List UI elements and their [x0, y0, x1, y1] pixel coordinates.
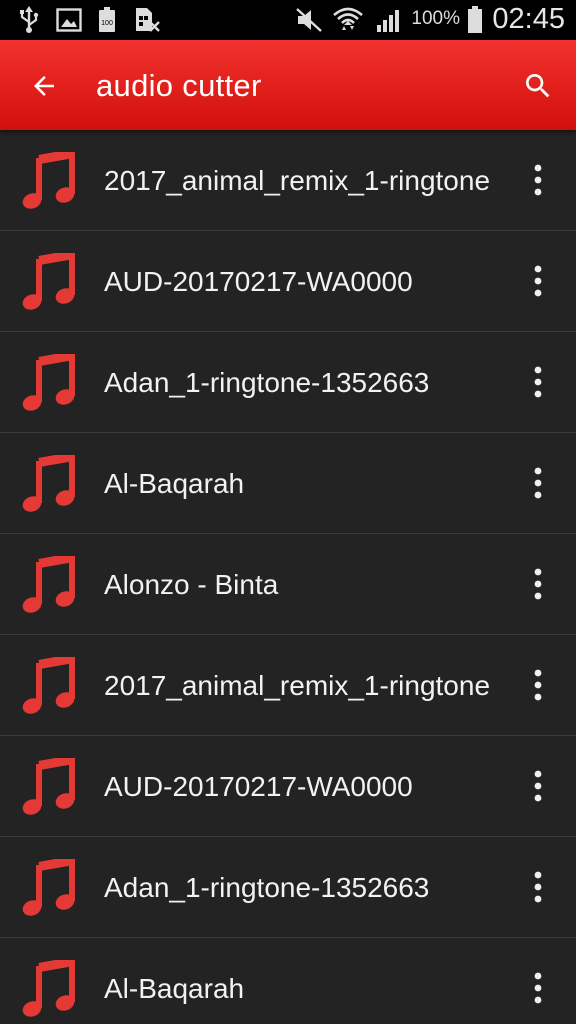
more-vert-icon	[534, 366, 542, 398]
battery-saver-icon: 100	[96, 6, 118, 34]
more-vert-icon	[534, 164, 542, 196]
more-vert-icon	[534, 467, 542, 499]
signal-icon	[374, 6, 406, 34]
list-item-title: Adan_1-ringtone-1352663	[104, 872, 430, 903]
music-note-icon	[22, 354, 75, 411]
no-sim-icon	[132, 6, 162, 34]
clock: 02:45	[492, 3, 565, 35]
screen: 100 100% 02:45 audio cutter 2017_animal_…	[0, 0, 576, 1024]
more-options-button[interactable]	[516, 358, 560, 406]
music-note-icon	[22, 758, 75, 815]
list-item-8[interactable]: Al-Baqarah	[0, 938, 576, 1024]
more-options-button[interactable]	[516, 964, 560, 1012]
more-vert-icon	[534, 265, 542, 297]
more-options-button[interactable]	[516, 762, 560, 810]
list-item-title: 2017_animal_remix_1-ringtone	[104, 670, 491, 701]
search-icon	[526, 74, 550, 98]
more-vert-icon	[534, 669, 542, 701]
audio-file-list: 2017_animal_remix_1-ringtone AUD-2017021…	[0, 130, 576, 1024]
page-title: audio cutter	[96, 68, 262, 103]
list-item-title: Al-Baqarah	[104, 973, 245, 1004]
back-button[interactable]	[20, 62, 68, 110]
more-vert-icon	[534, 770, 542, 802]
music-note-icon	[22, 960, 75, 1017]
music-note-icon	[22, 152, 75, 209]
music-note-icon	[22, 556, 75, 613]
svg-text:100: 100	[101, 20, 113, 27]
list-item-7[interactable]: Adan_1-ringtone-1352663	[0, 837, 576, 938]
music-note-icon	[22, 455, 75, 512]
more-options-button[interactable]	[516, 863, 560, 911]
list-item-6[interactable]: AUD-20170217-WA0000	[0, 736, 576, 837]
more-options-button[interactable]	[516, 156, 560, 204]
more-vert-icon	[534, 972, 542, 1004]
mute-icon	[294, 6, 324, 34]
battery-icon	[466, 6, 484, 34]
list-item-title: AUD-20170217-WA0000	[104, 266, 413, 297]
arrow-back-icon	[34, 76, 54, 96]
more-options-button[interactable]	[516, 257, 560, 305]
more-vert-icon	[534, 871, 542, 903]
list-item-title: Adan_1-ringtone-1352663	[104, 367, 430, 398]
more-vert-icon	[534, 568, 542, 600]
list-item-title: 2017_animal_remix_1-ringtone	[104, 165, 491, 196]
list-item-title: Al-Baqarah	[104, 468, 245, 499]
usb-icon	[16, 6, 42, 34]
list-item-2[interactable]: Adan_1-ringtone-1352663	[0, 332, 576, 433]
music-note-icon	[22, 657, 75, 714]
list-item-title: Alonzo - Binta	[104, 569, 279, 600]
search-button[interactable]	[514, 62, 562, 110]
status-bar: 100 100% 02:45	[0, 0, 576, 40]
image-icon	[54, 6, 84, 34]
wifi-icon	[332, 6, 364, 34]
list-item-5[interactable]: 2017_animal_remix_1-ringtone	[0, 635, 576, 736]
app-toolbar: audio cutter	[0, 40, 576, 130]
battery-percent: 100%	[411, 8, 460, 29]
music-note-icon	[22, 253, 75, 310]
list-item-0[interactable]: 2017_animal_remix_1-ringtone	[0, 130, 576, 231]
list-item-1[interactable]: AUD-20170217-WA0000	[0, 231, 576, 332]
more-options-button[interactable]	[516, 459, 560, 507]
list-item-3[interactable]: Al-Baqarah	[0, 433, 576, 534]
more-options-button[interactable]	[516, 661, 560, 709]
more-options-button[interactable]	[516, 560, 560, 608]
list-item-4[interactable]: Alonzo - Binta	[0, 534, 576, 635]
list-item-title: AUD-20170217-WA0000	[104, 771, 413, 802]
music-note-icon	[22, 859, 75, 916]
